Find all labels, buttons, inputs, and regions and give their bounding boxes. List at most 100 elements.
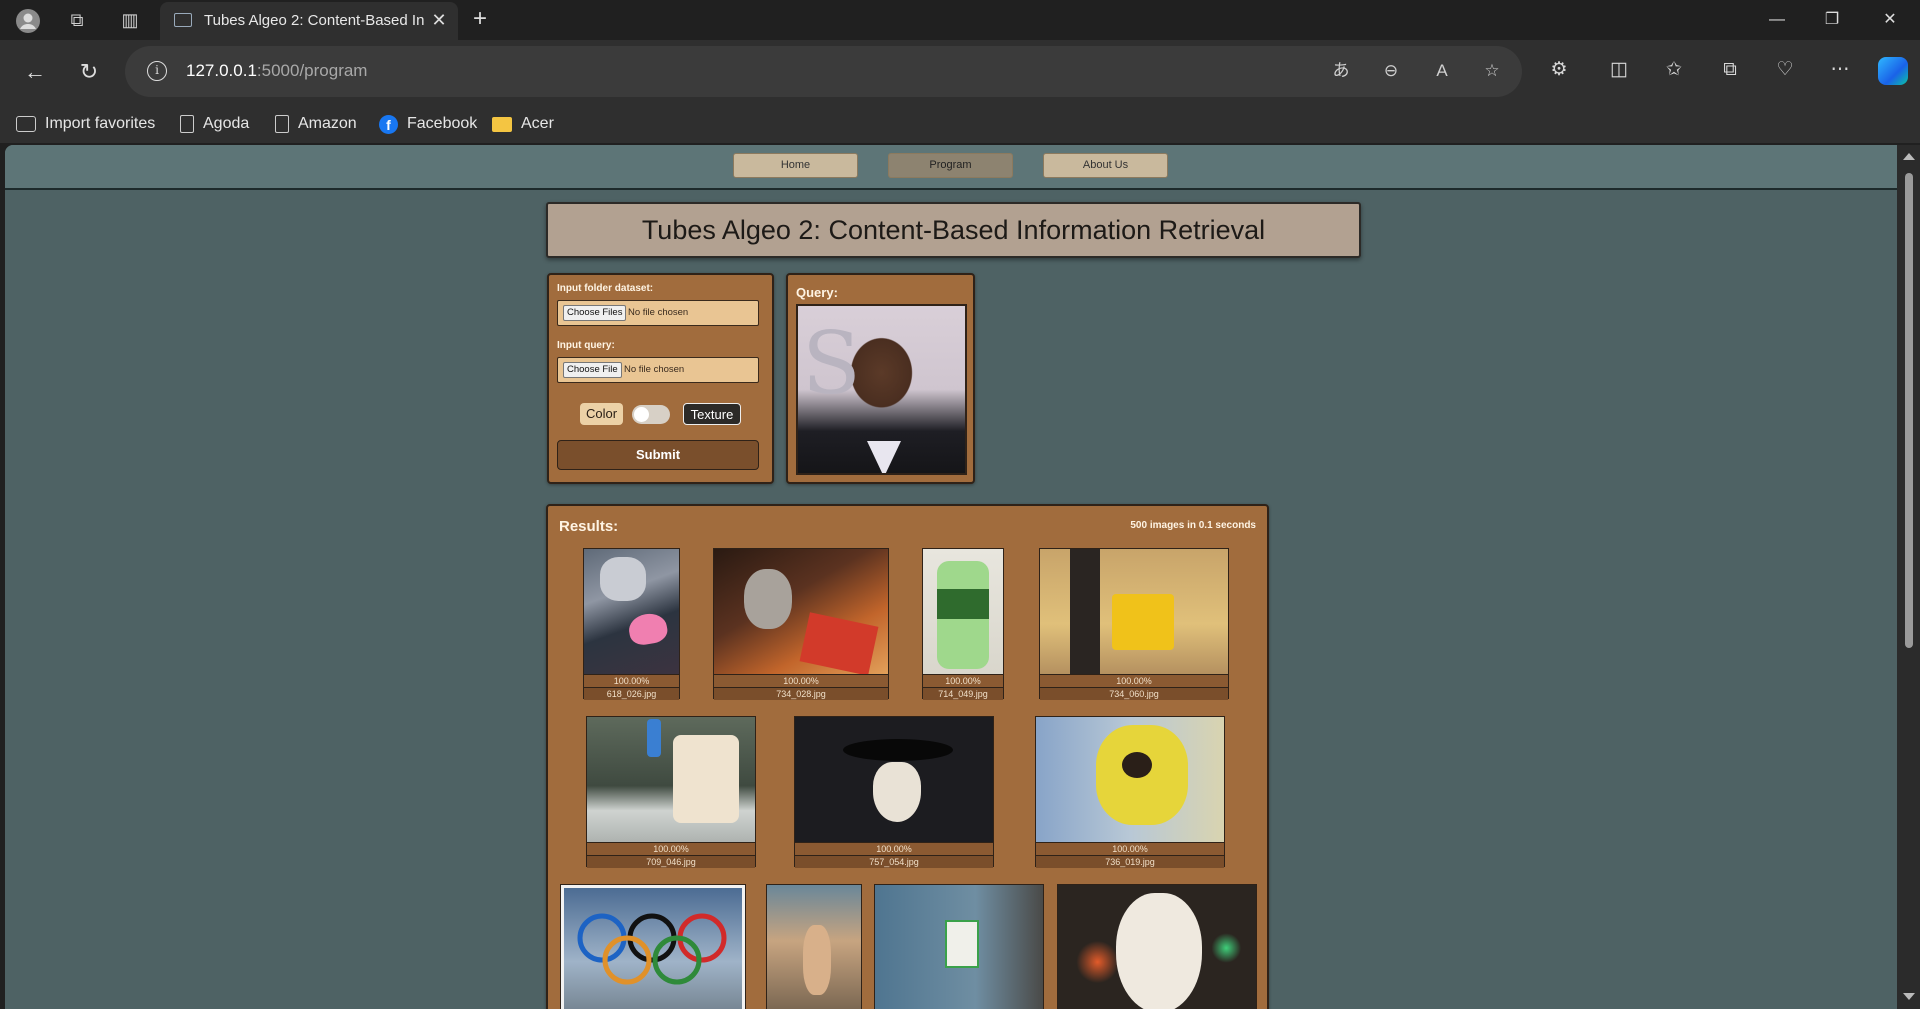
favorite-acer[interactable]: Acer	[492, 113, 554, 135]
result-filename: 757_054.jpg	[795, 855, 993, 868]
address-bar[interactable]: i 127.0.0.1:5000/program あ ⊖ A ☆	[125, 46, 1522, 97]
new-tab-plus-icon[interactable]: +	[468, 7, 492, 32]
result-card[interactable]: 100.00% 736_019.jpg	[1035, 716, 1225, 868]
favorite-label: Agoda	[203, 115, 250, 132]
query-image-shirt	[867, 441, 901, 473]
extensions-icon[interactable]: ⚙	[1545, 56, 1573, 84]
browser-essentials-icon[interactable]: ♡	[1771, 56, 1799, 84]
scroll-thumb[interactable]	[1905, 173, 1913, 648]
result-filename: 734_060.jpg	[1040, 687, 1228, 700]
favorite-star-icon[interactable]: ☆	[1480, 59, 1504, 83]
results-label: Results:	[559, 518, 619, 535]
reload-icon[interactable]: ↻	[74, 57, 104, 87]
result-image	[795, 717, 993, 842]
result-card[interactable]: 100.00% 757_054.jpg	[794, 716, 994, 868]
result-filename: 736_019.jpg	[1036, 855, 1224, 868]
mode-texture-label[interactable]: Texture	[683, 403, 741, 425]
page-title: Tubes Algeo 2: Content-Based Information…	[546, 202, 1361, 258]
nav-program-button[interactable]: Program	[888, 153, 1013, 178]
result-similarity: 100.00%	[587, 842, 755, 855]
result-image	[587, 717, 755, 842]
vertical-tabs-icon[interactable]: ▥	[118, 8, 142, 32]
result-image	[1040, 549, 1228, 674]
query-image: S	[796, 304, 967, 475]
favorite-amazon[interactable]: Amazon	[275, 113, 357, 135]
browser-tab-bar: ⧉ ▥ Tubes Algeo 2: Content-Based Informa…	[0, 0, 1920, 40]
site-navbar: Home Program About Us	[5, 145, 1897, 190]
copilot-icon[interactable]	[1878, 57, 1908, 85]
toggle-knob	[634, 407, 649, 422]
nav-home-button[interactable]: Home	[733, 153, 858, 178]
result-image	[714, 549, 888, 674]
result-image	[1036, 717, 1224, 842]
scroll-up-icon[interactable]	[1903, 153, 1915, 160]
result-image	[584, 549, 679, 674]
result-filename: 734_028.jpg	[714, 687, 888, 700]
site-info-icon[interactable]: i	[147, 61, 167, 81]
query-file-status: No file chosen	[624, 364, 685, 375]
submit-button[interactable]: Submit	[557, 440, 759, 470]
query-image-backdrop-letter: S	[802, 314, 861, 414]
color-texture-toggle[interactable]	[632, 405, 670, 424]
result-similarity: 100.00%	[1040, 674, 1228, 687]
query-file-input[interactable]: Choose File No file chosen	[557, 357, 759, 383]
profile-icon[interactable]	[15, 8, 40, 33]
page-icon	[180, 115, 194, 133]
choose-file-button[interactable]: Choose File	[563, 362, 622, 378]
result-card[interactable]	[874, 884, 1044, 1009]
tab-favicon-icon	[174, 13, 192, 27]
result-card[interactable]: 100.00% 709_046.jpg	[586, 716, 756, 868]
tab-title: Tubes Algeo 2: Content-Based Information…	[204, 12, 424, 29]
result-similarity: 100.00%	[795, 842, 993, 855]
result-card[interactable]	[560, 884, 746, 1009]
result-filename: 709_046.jpg	[587, 855, 755, 868]
result-card[interactable]	[1057, 884, 1257, 1009]
result-card[interactable]: 100.00% 714_049.jpg	[922, 548, 1004, 700]
workspaces-icon[interactable]: ⧉	[65, 8, 89, 32]
result-filename: 618_026.jpg	[584, 687, 679, 700]
collections-icon[interactable]: ⧉	[1716, 56, 1744, 84]
import-favorites-icon	[16, 116, 36, 132]
favorite-label: Import favorites	[45, 115, 156, 132]
olympic-rings-graphic	[577, 913, 727, 985]
favorite-agoda[interactable]: Agoda	[180, 113, 249, 135]
restore-icon[interactable]: ❐	[1820, 8, 1844, 32]
url-text[interactable]: 127.0.0.1:5000/program	[186, 61, 367, 81]
choose-files-button[interactable]: Choose Files	[563, 305, 627, 321]
translate-icon[interactable]: あ	[1329, 59, 1353, 83]
active-tab[interactable]: Tubes Algeo 2: Content-Based Information…	[160, 2, 458, 40]
result-similarity: 100.00%	[584, 674, 679, 687]
page-viewport: Home Program About Us Tubes Algeo 2: Con…	[5, 145, 1897, 1009]
result-card[interactable]: 100.00% 618_026.jpg	[583, 548, 680, 700]
split-screen-icon[interactable]: ◫	[1605, 56, 1633, 84]
back-arrow-icon[interactable]: ←	[20, 57, 50, 87]
result-card[interactable]	[766, 884, 862, 1009]
dataset-file-input[interactable]: Choose Files No file chosen	[557, 300, 759, 326]
page-icon	[275, 115, 289, 133]
favorite-facebook[interactable]: f Facebook	[379, 113, 477, 135]
page-scrollbar[interactable]	[1897, 145, 1920, 1009]
query-panel: Query: S	[786, 273, 975, 484]
tab-close-icon[interactable]: ✕	[428, 9, 450, 31]
nav-about-button[interactable]: About Us	[1043, 153, 1168, 178]
result-filename: 714_049.jpg	[923, 687, 1003, 700]
favorite-import[interactable]: Import favorites	[16, 113, 155, 135]
result-image	[923, 549, 1003, 674]
results-meta: 500 images in 0.1 seconds	[1130, 520, 1256, 531]
favorite-label: Facebook	[407, 115, 478, 132]
result-image	[1058, 885, 1256, 1009]
result-card[interactable]: 100.00% 734_060.jpg	[1039, 548, 1229, 700]
scroll-down-icon[interactable]	[1903, 993, 1915, 1000]
zoom-out-icon[interactable]: ⊖	[1379, 59, 1403, 83]
more-menu-icon[interactable]: ⋯	[1826, 56, 1854, 84]
facebook-icon: f	[379, 114, 398, 134]
read-aloud-icon[interactable]: A	[1430, 59, 1454, 83]
mode-color-label[interactable]: Color	[580, 403, 623, 425]
result-card[interactable]: 100.00% 734_028.jpg	[713, 548, 889, 700]
query-label: Query:	[796, 285, 838, 300]
folder-icon	[492, 116, 512, 132]
minimize-icon[interactable]: —	[1765, 8, 1789, 32]
favorites-icon[interactable]: ✩	[1660, 56, 1688, 84]
close-window-icon[interactable]: ✕	[1878, 8, 1902, 32]
result-image	[767, 885, 861, 1009]
